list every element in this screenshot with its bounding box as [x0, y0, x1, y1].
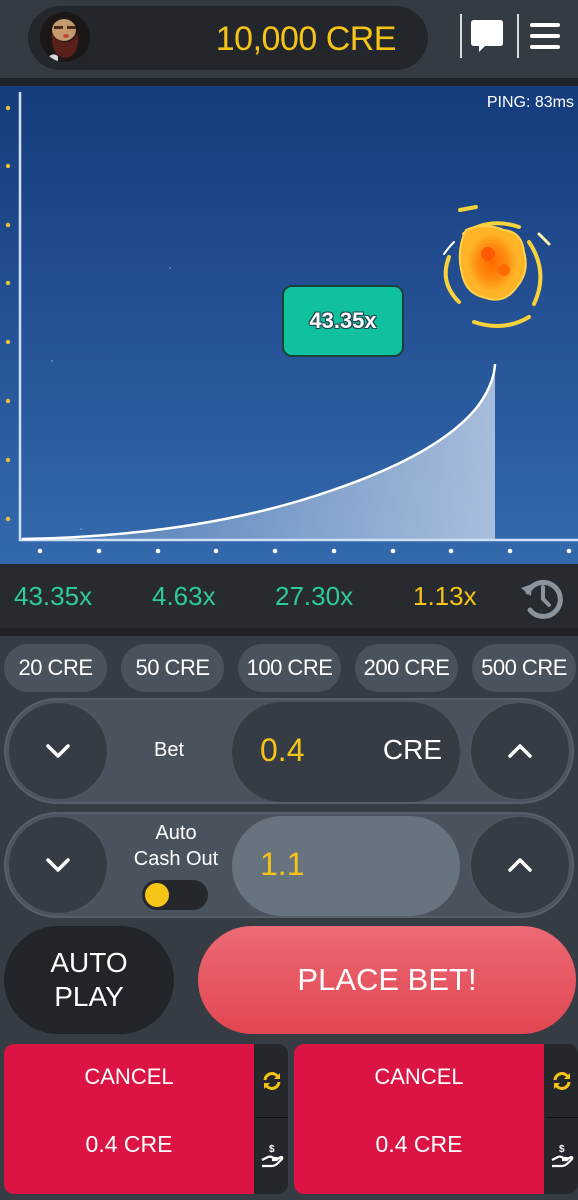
cashout-increase-button[interactable]: [469, 815, 571, 915]
x-axis-dot: [213, 548, 219, 554]
x-axis-dot: [507, 548, 513, 554]
place-bet-label: PLACE BET!: [297, 962, 477, 997]
multiplier-value: 43.35x: [309, 308, 377, 333]
bet-amount-input[interactable]: 0.4 CRE: [232, 702, 460, 802]
x-axis-dot: [448, 548, 454, 554]
bet-currency: CRE: [382, 734, 442, 765]
cashout-decrease-button[interactable]: [7, 815, 109, 915]
star: [80, 528, 82, 530]
bet-amount: 0.4 CRE: [375, 1131, 463, 1157]
auto-cashout-input[interactable]: 1.1: [232, 816, 460, 916]
x-axis-dot: [272, 548, 278, 554]
quick-bet-50[interactable]: 50 CRE: [121, 644, 224, 692]
cashout-hand-button[interactable]: $: [256, 1119, 288, 1193]
bet-amount-row: Bet 0.4 CRE: [4, 698, 574, 804]
auto-cashout-row: Auto Cash Out 1.1: [4, 812, 574, 918]
quick-bet-100[interactable]: 100 CRE: [238, 644, 341, 692]
bet-amount: 0.4 CRE: [85, 1131, 173, 1157]
round-history-bar: 43.35x 4.63x 27.30x 1.13x: [0, 564, 578, 628]
chevron-up-icon: [508, 744, 532, 758]
history-item[interactable]: 4.63x: [152, 581, 216, 612]
autoplay-label-line2: PLAY: [54, 981, 124, 1012]
y-axis-dot: [5, 339, 11, 345]
divider: [0, 628, 578, 636]
x-axis-dot: [390, 548, 396, 554]
autoplay-label-line1: AUTO: [50, 947, 128, 978]
hand-money-icon: $: [551, 1144, 574, 1168]
y-axis-dot: [5, 398, 11, 404]
bet-decrease-button[interactable]: [7, 701, 109, 801]
history-item[interactable]: 43.35x: [14, 581, 92, 612]
y-axis-dot: [5, 280, 11, 286]
x-axis-dot: [96, 548, 102, 554]
repeat-bet-button[interactable]: [256, 1044, 288, 1118]
quick-bet-20[interactable]: 20 CRE: [4, 644, 107, 692]
y-axis-dot: [5, 457, 11, 463]
svg-text:$: $: [269, 1144, 275, 1155]
y-axis-dot: [5, 516, 11, 522]
header-divider: [460, 14, 462, 58]
place-bet-button[interactable]: PLACE BET!: [198, 926, 576, 1034]
auto-cashout-label-line1: Auto: [155, 822, 197, 844]
repeat-bet-button[interactable]: [546, 1044, 578, 1118]
bet-amount-value: 0.4: [260, 732, 305, 768]
game-canvas: PING: 83ms 43.35x: [0, 86, 578, 564]
chevron-down-icon: [46, 744, 70, 758]
chevron-up-icon: [508, 858, 532, 872]
x-axis-dots: [37, 548, 572, 554]
avatar[interactable]: [40, 12, 90, 62]
toggle-knob: [145, 883, 169, 907]
bet-label: Bet: [154, 739, 185, 761]
refresh-icon: [553, 1071, 571, 1090]
x-axis-dot: [155, 548, 161, 554]
cancel-label: CANCEL: [84, 1064, 174, 1089]
y-axis-dots: [5, 105, 11, 522]
menu-icon[interactable]: [528, 20, 562, 52]
balance-amount: 10,000 CRE: [215, 20, 397, 58]
star: [51, 360, 53, 362]
auto-cashout-label-line2: Cash Out: [133, 848, 219, 870]
quick-bet-500[interactable]: 500 CRE: [472, 644, 576, 692]
hand-money-icon: $: [261, 1144, 284, 1168]
chevron-down-icon: [46, 858, 70, 872]
cancel-bet-button[interactable]: CANCEL 0.4 CRE: [294, 1044, 544, 1194]
header-divider: [517, 14, 519, 58]
avatar-image: [40, 12, 90, 62]
x-axis-dot: [566, 548, 572, 554]
top-bar: 10,000 CRE: [0, 0, 578, 78]
cancel-label: CANCEL: [374, 1064, 464, 1089]
divider: [0, 78, 578, 86]
cashout-hand-button[interactable]: $: [546, 1119, 578, 1193]
y-axis-dot: [5, 105, 11, 111]
auto-cashout-label: Auto Cash Out: [126, 820, 226, 872]
history-icon[interactable]: [518, 574, 566, 622]
chat-icon[interactable]: [469, 18, 505, 54]
y-axis-dot: [5, 222, 11, 228]
ping-indicator: PING: 83ms: [486, 94, 574, 111]
multiplier-display: 43.35x: [282, 285, 404, 357]
bet-increase-button[interactable]: [469, 701, 571, 801]
history-item[interactable]: 1.13x: [413, 581, 477, 612]
balance-pill: 10,000 CRE: [28, 6, 428, 70]
auto-cashout-value: 1.1: [260, 846, 305, 882]
star: [169, 267, 171, 269]
cancel-bet-button[interactable]: CANCEL 0.4 CRE: [4, 1044, 254, 1194]
refresh-icon: [263, 1071, 281, 1090]
svg-text:$: $: [559, 1144, 565, 1155]
active-bet-card: CANCEL 0.4 CRE $: [294, 1044, 578, 1194]
explosion-icon: [443, 205, 551, 328]
x-axis-dot: [37, 548, 43, 554]
auto-cashout-toggle[interactable]: [142, 880, 208, 910]
history-item[interactable]: 27.30x: [275, 581, 353, 612]
autoplay-button[interactable]: AUTO PLAY: [4, 926, 174, 1034]
active-bet-card: CANCEL 0.4 CRE $: [4, 1044, 288, 1194]
bet-controls: 20 CRE 50 CRE 100 CRE 200 CRE 500 CRE Be…: [0, 636, 578, 1200]
quick-bet-200[interactable]: 200 CRE: [355, 644, 458, 692]
x-axis-dot: [331, 548, 337, 554]
y-axis-dot: [5, 163, 11, 169]
